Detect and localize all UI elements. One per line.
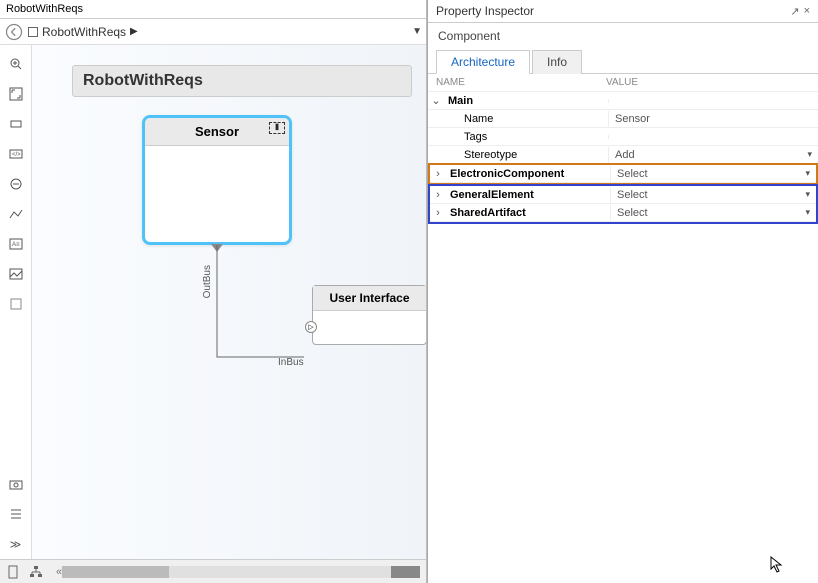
user-interface-label: User Interface [313, 286, 426, 311]
area-tool-icon[interactable] [4, 112, 28, 136]
highlight-electronic: › ElectronicComponent Select [428, 163, 818, 185]
inspector-title: Property Inspector [436, 4, 534, 18]
electronic-label: ElectronicComponent [446, 166, 610, 182]
prop-tags: Tags [428, 128, 818, 146]
zoom-tool-icon[interactable] [4, 52, 28, 76]
component-type-label: Component [428, 23, 818, 49]
connection-line [217, 245, 312, 360]
svg-text:</>: </> [12, 152, 21, 158]
box-tool-icon[interactable] [4, 292, 28, 316]
sensor-label: Sensor [195, 124, 239, 139]
page-icon[interactable] [6, 564, 22, 580]
tab-architecture[interactable]: Architecture [436, 50, 530, 74]
horizontal-scrollbar[interactable] [62, 566, 420, 578]
prop-tags-value[interactable] [608, 135, 818, 139]
chevron-right-icon[interactable]: › [430, 168, 446, 180]
breadcrumb-dropdown-icon[interactable]: ▼ [412, 26, 422, 37]
chevron-right-icon: ▶ [130, 26, 138, 37]
chevron-down-icon[interactable]: ⌄ [428, 94, 444, 107]
list-tool-icon[interactable] [4, 502, 28, 526]
file-tab[interactable]: RobotWithReqs [0, 0, 426, 19]
annotation-tool-icon[interactable]: A≡ [4, 232, 28, 256]
status-bar: « [0, 559, 426, 583]
camera-tool-icon[interactable] [4, 472, 28, 496]
breadcrumb[interactable]: RobotWithReqs ▶ [28, 25, 138, 39]
editor-panel: RobotWithReqs RobotWithReqs ▶ ▼ </> A≡ [0, 0, 427, 583]
file-tab-label: RobotWithReqs [6, 3, 83, 15]
group-electronic-component[interactable]: › ElectronicComponent Select [430, 165, 816, 183]
property-inspector: Property Inspector ↗ × Component Archite… [427, 0, 818, 583]
markup-tool-icon[interactable]: </> [4, 142, 28, 166]
sensor-header: Sensor ⦀ [145, 118, 289, 146]
property-list: NAME VALUE ⌄ Main Name Sensor Tags Stere… [428, 74, 818, 583]
scrollbar-thumb-right[interactable] [391, 566, 420, 578]
prop-tags-label: Tags [444, 129, 608, 145]
inspector-header: Property Inspector ↗ × [428, 0, 818, 23]
tab-info[interactable]: Info [532, 50, 582, 74]
scrollbar-thumb[interactable] [62, 566, 169, 578]
prop-stereotype: Stereotype Add [428, 146, 818, 164]
user-interface-component[interactable]: User Interface ▷ [312, 285, 426, 345]
inspector-tabs: Architecture Info [428, 49, 818, 74]
shared-label: SharedArtifact [446, 205, 610, 221]
more-tool-icon[interactable]: ≫ [4, 532, 28, 556]
chevron-right-icon[interactable]: › [430, 207, 446, 219]
canvas-wrap: </> A≡ ≫ RobotWithReqs Sensor ⦀ OutBus [0, 45, 426, 559]
hierarchy-icon[interactable] [28, 564, 44, 580]
group-main-label: Main [444, 93, 608, 109]
prop-name-value[interactable]: Sensor [608, 111, 818, 127]
general-label: GeneralElement [446, 187, 610, 203]
undock-icon[interactable]: ↗ [790, 5, 799, 18]
property-columns: NAME VALUE [428, 74, 818, 92]
group-main[interactable]: ⌄ Main [428, 92, 818, 110]
chevron-right-icon[interactable]: › [430, 189, 446, 201]
cursor-icon [770, 556, 784, 574]
svg-text:A≡: A≡ [12, 242, 20, 248]
inbus-label: InBus [278, 357, 304, 368]
col-name: NAME [436, 77, 606, 88]
image-tool-icon[interactable] [4, 262, 28, 286]
electronic-value[interactable]: Select [610, 166, 816, 182]
shared-value[interactable]: Select [610, 205, 816, 221]
group-general-element[interactable]: › GeneralElement Select [430, 186, 816, 204]
outbus-label: OutBus [202, 265, 213, 298]
prop-name: Name Sensor [428, 110, 818, 128]
diagram-canvas[interactable]: RobotWithReqs Sensor ⦀ OutBus User Inter… [32, 45, 426, 559]
sensor-component[interactable]: Sensor ⦀ [142, 115, 292, 245]
tool-palette: </> A≡ ≫ [0, 45, 32, 559]
close-icon[interactable]: × [804, 5, 810, 18]
general-value[interactable]: Select [610, 187, 816, 203]
group-shared-artifact[interactable]: › SharedArtifact Select [430, 204, 816, 222]
stereotype-icon: ⦀ [269, 122, 285, 134]
model-icon [28, 27, 38, 37]
col-value: VALUE [606, 77, 638, 88]
inbus-port[interactable]: ▷ [305, 321, 317, 333]
fit-view-icon[interactable] [4, 82, 28, 106]
breadcrumb-label: RobotWithReqs [42, 25, 126, 39]
prop-stereotype-value[interactable]: Add [608, 147, 818, 163]
chart-tool-icon[interactable] [4, 202, 28, 226]
highlight-general-shared: › GeneralElement Select › SharedArtifact… [428, 184, 818, 224]
breadcrumb-toolbar: RobotWithReqs ▶ ▼ [0, 19, 426, 45]
prop-stereotype-label: Stereotype [444, 147, 608, 163]
signal-tool-icon[interactable] [4, 172, 28, 196]
prop-name-label: Name [444, 111, 608, 127]
nav-back-icon[interactable] [4, 22, 24, 42]
model-title: RobotWithReqs [72, 65, 412, 97]
